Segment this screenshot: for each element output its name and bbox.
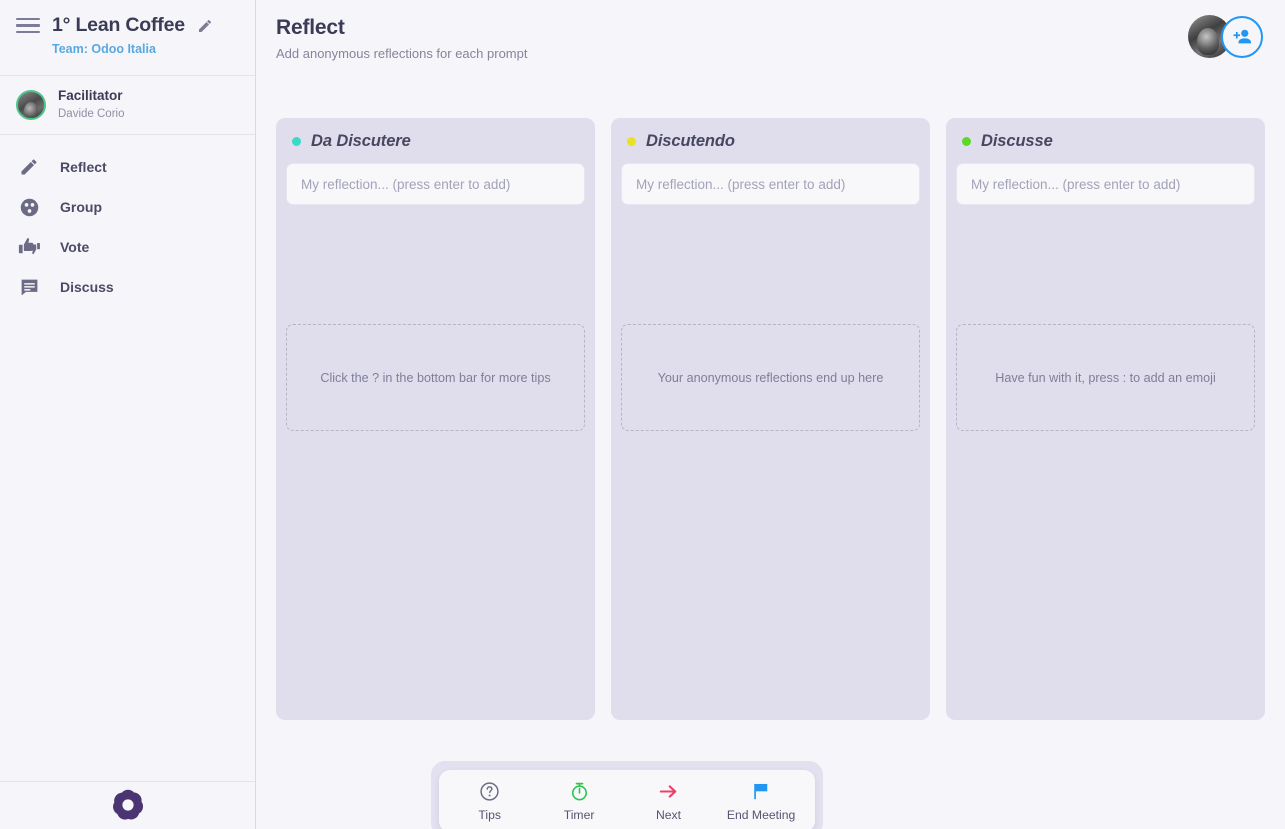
reflection-input[interactable] bbox=[956, 163, 1255, 205]
hamburger-icon[interactable] bbox=[16, 16, 40, 36]
reflection-input[interactable] bbox=[286, 163, 585, 205]
sidebar-nav: Reflect Group Vote Discuss bbox=[0, 135, 255, 781]
hint-text: Click the ? in the bottom bar for more t… bbox=[320, 370, 551, 385]
chat-bubble-icon bbox=[16, 275, 42, 299]
reflection-input[interactable] bbox=[621, 163, 920, 205]
column-header: Da Discutere bbox=[286, 132, 585, 151]
arrow-right-icon bbox=[657, 781, 680, 803]
meeting-title-row: 1° Lean Coffee bbox=[16, 14, 239, 37]
page-title: Reflect bbox=[276, 16, 345, 39]
next-label: Next bbox=[655, 807, 681, 822]
status-dot bbox=[962, 137, 971, 146]
facilitator-row[interactable]: Facilitator Davide Corio bbox=[0, 76, 255, 135]
facilitator-name: Davide Corio bbox=[58, 107, 125, 120]
timer-label: Timer bbox=[563, 807, 595, 822]
status-dot bbox=[627, 137, 636, 146]
stopwatch-icon bbox=[569, 781, 590, 803]
rosette-logo bbox=[112, 789, 143, 820]
column-header: Discusse bbox=[956, 132, 1255, 151]
bottom-toolbar-container: Tips Timer Next End Meeting bbox=[431, 761, 823, 829]
sidebar-item-label: Discuss bbox=[60, 279, 114, 295]
facilitator-role: Facilitator bbox=[58, 87, 123, 103]
sidebar: 1° Lean Coffee Team: Odoo Italia Facilit… bbox=[0, 0, 256, 829]
sidebar-item-discuss[interactable]: Discuss bbox=[0, 267, 255, 307]
app-root: 1° Lean Coffee Team: Odoo Italia Facilit… bbox=[0, 0, 1285, 829]
column-header: Discutendo bbox=[621, 132, 920, 151]
sidebar-footer bbox=[0, 781, 255, 829]
add-person-icon bbox=[1233, 29, 1251, 43]
timer-button[interactable]: Timer bbox=[548, 781, 610, 822]
sidebar-item-vote[interactable]: Vote bbox=[0, 227, 255, 267]
board-column: Da Discutere Click the ? in the bottom b… bbox=[276, 118, 595, 720]
tips-label: Tips bbox=[478, 807, 501, 822]
flag-icon bbox=[751, 781, 772, 803]
pencil-icon bbox=[16, 155, 42, 179]
hint-box: Your anonymous reflections end up here bbox=[621, 324, 920, 431]
question-circle-icon bbox=[479, 781, 500, 803]
hint-text: Have fun with it, press : to add an emoj… bbox=[995, 370, 1216, 385]
page-header: Reflect Add anonymous reflections for ea… bbox=[256, 0, 1285, 78]
avatar bbox=[16, 89, 46, 120]
next-button[interactable]: Next bbox=[637, 781, 699, 822]
add-person-button[interactable] bbox=[1221, 15, 1263, 58]
hint-text: Your anonymous reflections end up here bbox=[657, 370, 884, 385]
thumbs-icon bbox=[16, 235, 42, 259]
sidebar-item-label: Vote bbox=[60, 239, 90, 255]
hint-box: Have fun with it, press : to add an emoj… bbox=[956, 324, 1255, 431]
sidebar-item-label: Reflect bbox=[60, 159, 107, 175]
board-column: Discutendo Your anonymous reflections en… bbox=[611, 118, 930, 720]
header-actions bbox=[1188, 15, 1263, 58]
group-circles-icon bbox=[16, 195, 42, 219]
facilitator-text: Facilitator Davide Corio bbox=[58, 88, 124, 121]
column-title: Discusse bbox=[981, 132, 1053, 150]
end-meeting-button[interactable]: End Meeting bbox=[727, 781, 795, 822]
status-dot bbox=[292, 137, 301, 146]
hint-box: Click the ? in the bottom bar for more t… bbox=[286, 324, 585, 431]
column-title: Discutendo bbox=[646, 132, 735, 150]
main-content: Reflect Add anonymous reflections for ea… bbox=[256, 0, 1285, 829]
page-subtitle: Add anonymous reflections for each promp… bbox=[276, 46, 528, 61]
board-column: Discusse Have fun with it, press : to ad… bbox=[946, 118, 1265, 720]
sidebar-item-reflect[interactable]: Reflect bbox=[0, 147, 255, 187]
end-meeting-label: End Meeting bbox=[726, 807, 796, 822]
sidebar-header: 1° Lean Coffee Team: Odoo Italia bbox=[0, 0, 255, 76]
bottom-toolbar: Tips Timer Next End Meeting bbox=[439, 770, 815, 829]
sidebar-item-group[interactable]: Group bbox=[0, 187, 255, 227]
meeting-title: 1° Lean Coffee bbox=[52, 14, 185, 36]
pencil-icon[interactable] bbox=[197, 18, 213, 34]
sidebar-item-label: Group bbox=[60, 199, 102, 215]
column-title: Da Discutere bbox=[311, 132, 411, 150]
reflect-board: Da Discutere Click the ? in the bottom b… bbox=[256, 78, 1285, 829]
team-label: Team: Odoo Italia bbox=[52, 42, 156, 56]
tips-button[interactable]: Tips bbox=[459, 781, 521, 822]
